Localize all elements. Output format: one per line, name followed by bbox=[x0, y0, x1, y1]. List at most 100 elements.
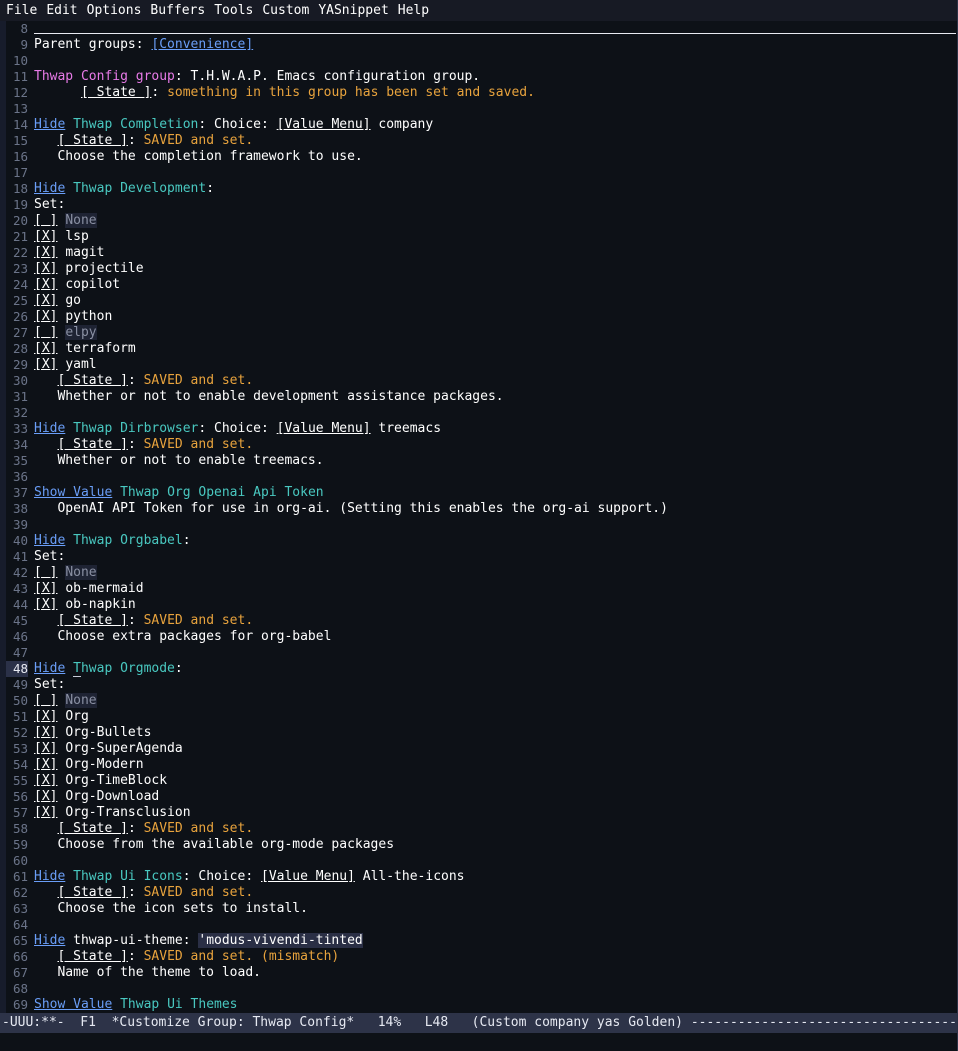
buffer-line[interactable]: 55 [X] Org-TimeBlock bbox=[0, 773, 957, 789]
checkbox-toggle[interactable]: [X] bbox=[34, 773, 57, 788]
choice-value[interactable]: All-the-icons bbox=[355, 869, 465, 884]
checkbox-label[interactable]: Org-Transclusion bbox=[65, 805, 190, 820]
state-button[interactable]: [ State ] bbox=[57, 821, 127, 836]
line-content[interactable]: [ State ]: SAVED and set. bbox=[34, 821, 957, 837]
line-content[interactable]: [X] Org-TimeBlock bbox=[34, 773, 957, 789]
line-content[interactable]: [X] go bbox=[34, 293, 957, 309]
buffer-line[interactable]: 15 [ State ]: SAVED and set. bbox=[0, 133, 957, 149]
buffer-line[interactable]: 58 [ State ]: SAVED and set. bbox=[0, 821, 957, 837]
buffer-line[interactable]: 49 Set: bbox=[0, 677, 957, 693]
buffer-line[interactable]: 19 Set: bbox=[0, 197, 957, 213]
line-content[interactable]: [ State ]: SAVED and set. bbox=[34, 373, 957, 389]
buffer-line[interactable]: 68 bbox=[0, 981, 957, 997]
state-button[interactable]: [ State ] bbox=[57, 885, 127, 900]
buffer-line[interactable]: 21 [X] lsp bbox=[0, 229, 957, 245]
buffer-line[interactable]: 60 bbox=[0, 853, 957, 869]
variable-name[interactable]: Thwap Development bbox=[73, 181, 206, 196]
visibility-toggle-link[interactable]: Hide bbox=[34, 933, 65, 948]
checkbox-label[interactable]: lsp bbox=[65, 229, 88, 244]
checkbox-toggle[interactable]: [X] bbox=[34, 725, 57, 740]
checkbox-label[interactable]: ob-mermaid bbox=[65, 581, 143, 596]
buffer-line[interactable]: 25 [X] go bbox=[0, 293, 957, 309]
buffer-line[interactable]: 41 Set: bbox=[0, 549, 957, 565]
menu-item-custom[interactable]: Custom bbox=[262, 0, 309, 21]
visibility-toggle-link[interactable]: Hide bbox=[34, 421, 65, 436]
buffer-line[interactable]: 14 Hide Thwap Completion: Choice: [Value … bbox=[0, 117, 957, 133]
buffer-line[interactable]: 26 [X] python bbox=[0, 309, 957, 325]
line-content[interactable]: [ State ]: SAVED and set. (mismatch) bbox=[34, 949, 957, 965]
checkbox-label[interactable]: None bbox=[65, 693, 97, 708]
checkbox-label[interactable]: Org-Bullets bbox=[65, 725, 151, 740]
line-content[interactable]: Set: bbox=[34, 197, 957, 213]
buffer-line[interactable]: 8 bbox=[0, 21, 957, 37]
buffer-line[interactable]: 51 [X] Org bbox=[0, 709, 957, 725]
buffer-line[interactable]: 40 Hide Thwap Orgbabel: bbox=[0, 533, 957, 549]
variable-name[interactable]: hwap Orgmode bbox=[81, 661, 175, 676]
buffer-line[interactable]: 59 Choose from the available org-mode pa… bbox=[0, 837, 957, 853]
state-button[interactable]: [ State ] bbox=[57, 949, 127, 964]
buffer-line[interactable]: 53 [X] Org-SuperAgenda bbox=[0, 741, 957, 757]
menu-item-edit[interactable]: Edit bbox=[46, 0, 77, 21]
buffer-line[interactable]: 22 [X] magit bbox=[0, 245, 957, 261]
line-content[interactable]: [ State ]: SAVED and set. bbox=[34, 885, 957, 901]
checkbox-toggle[interactable]: [ ] bbox=[34, 325, 57, 340]
buffer-line[interactable]: 45 [ State ]: SAVED and set. bbox=[0, 613, 957, 629]
buffer-line[interactable]: 23 [X] projectile bbox=[0, 261, 957, 277]
buffer-line[interactable]: 65 Hide thwap-ui-theme: 'modus-vivendi-ti… bbox=[0, 933, 957, 949]
checkbox-toggle[interactable]: [X] bbox=[34, 341, 57, 356]
line-content[interactable]: [X] terraform bbox=[34, 341, 957, 357]
checkbox-toggle[interactable]: [X] bbox=[34, 709, 57, 724]
line-content[interactable]: Set: bbox=[34, 677, 957, 693]
visibility-toggle-link[interactable]: Hide bbox=[34, 661, 65, 676]
line-content[interactable]: Hide Thwap Orgbabel: bbox=[34, 533, 957, 549]
visibility-toggle-link[interactable]: Show Value bbox=[34, 485, 112, 500]
buffer-line[interactable]: 47 bbox=[0, 645, 957, 661]
line-content[interactable]: [X] Org-Download bbox=[34, 789, 957, 805]
buffer-line[interactable]: 12 [ State ]: something in this group ha… bbox=[0, 85, 957, 101]
choice-value[interactable]: company bbox=[371, 117, 433, 132]
buffer-line[interactable]: 9 Parent groups: [Convenience] bbox=[0, 37, 957, 53]
buffer-line[interactable]: 30 [ State ]: SAVED and set. bbox=[0, 373, 957, 389]
line-content[interactable]: Hide Thwap Orgmode: bbox=[34, 661, 957, 677]
buffer-line[interactable]: 36 bbox=[0, 469, 957, 485]
menu-item-file[interactable]: File bbox=[6, 0, 37, 21]
line-content[interactable]: Choose the icon sets to install. bbox=[34, 901, 957, 917]
state-button[interactable]: [ State ] bbox=[57, 373, 127, 388]
line-content[interactable]: [X] Org-Bullets bbox=[34, 725, 957, 741]
variable-name[interactable]: Thwap Ui Themes bbox=[120, 997, 237, 1012]
line-content[interactable]: [X] Org bbox=[34, 709, 957, 725]
checkbox-toggle[interactable]: [X] bbox=[34, 245, 57, 260]
line-content[interactable]: [X] projectile bbox=[34, 261, 957, 277]
checkbox-toggle[interactable]: [X] bbox=[34, 293, 57, 308]
menu-bar[interactable]: File Edit Options Buffers Tools Custom Y… bbox=[0, 0, 957, 21]
checkbox-label[interactable]: projectile bbox=[65, 261, 143, 276]
buffer-line[interactable]: 13 bbox=[0, 101, 957, 117]
buffer-line[interactable]: 16 Choose the completion framework to us… bbox=[0, 149, 957, 165]
checkbox-label[interactable]: copilot bbox=[65, 277, 120, 292]
line-content[interactable]: [X] Org-Modern bbox=[34, 757, 957, 773]
buffer-line[interactable]: 24 [X] copilot bbox=[0, 277, 957, 293]
state-button[interactable]: [ State ] bbox=[57, 437, 127, 452]
variable-name[interactable]: Thwap Dirbrowser bbox=[73, 421, 198, 436]
line-content[interactable]: Set: bbox=[34, 549, 957, 565]
variable-name[interactable]: Thwap Orgbabel bbox=[73, 533, 183, 548]
buffer-line[interactable]: 66 [ State ]: SAVED and set. (mismatch) bbox=[0, 949, 957, 965]
line-content[interactable]: [ State ]: SAVED and set. bbox=[34, 613, 957, 629]
checkbox-toggle[interactable]: [ ] bbox=[34, 213, 57, 228]
buffer-line[interactable]: 46 Choose extra packages for org-babel bbox=[0, 629, 957, 645]
checkbox-toggle[interactable]: [ ] bbox=[34, 565, 57, 580]
checkbox-toggle[interactable]: [X] bbox=[34, 357, 57, 372]
line-content[interactable]: Whether or not to enable development ass… bbox=[34, 389, 957, 405]
line-content[interactable]: [X] Org-Transclusion bbox=[34, 805, 957, 821]
buffer-line[interactable]: 39 bbox=[0, 517, 957, 533]
buffer-line[interactable]: 54 [X] Org-Modern bbox=[0, 757, 957, 773]
checkbox-label[interactable]: Org-Download bbox=[65, 789, 159, 804]
line-content[interactable]: [ State ]: SAVED and set. bbox=[34, 437, 957, 453]
checkbox-toggle[interactable]: [X] bbox=[34, 229, 57, 244]
buffer-line[interactable]: 18 Hide Thwap Development: bbox=[0, 181, 957, 197]
visibility-toggle-link[interactable]: Show Value bbox=[34, 997, 112, 1012]
buffer-line[interactable]: 42 [ ] None bbox=[0, 565, 957, 581]
checkbox-label[interactable]: Org bbox=[65, 709, 88, 724]
checkbox-label[interactable]: ob-napkin bbox=[65, 597, 135, 612]
line-content[interactable]: [ ] None bbox=[34, 565, 957, 581]
